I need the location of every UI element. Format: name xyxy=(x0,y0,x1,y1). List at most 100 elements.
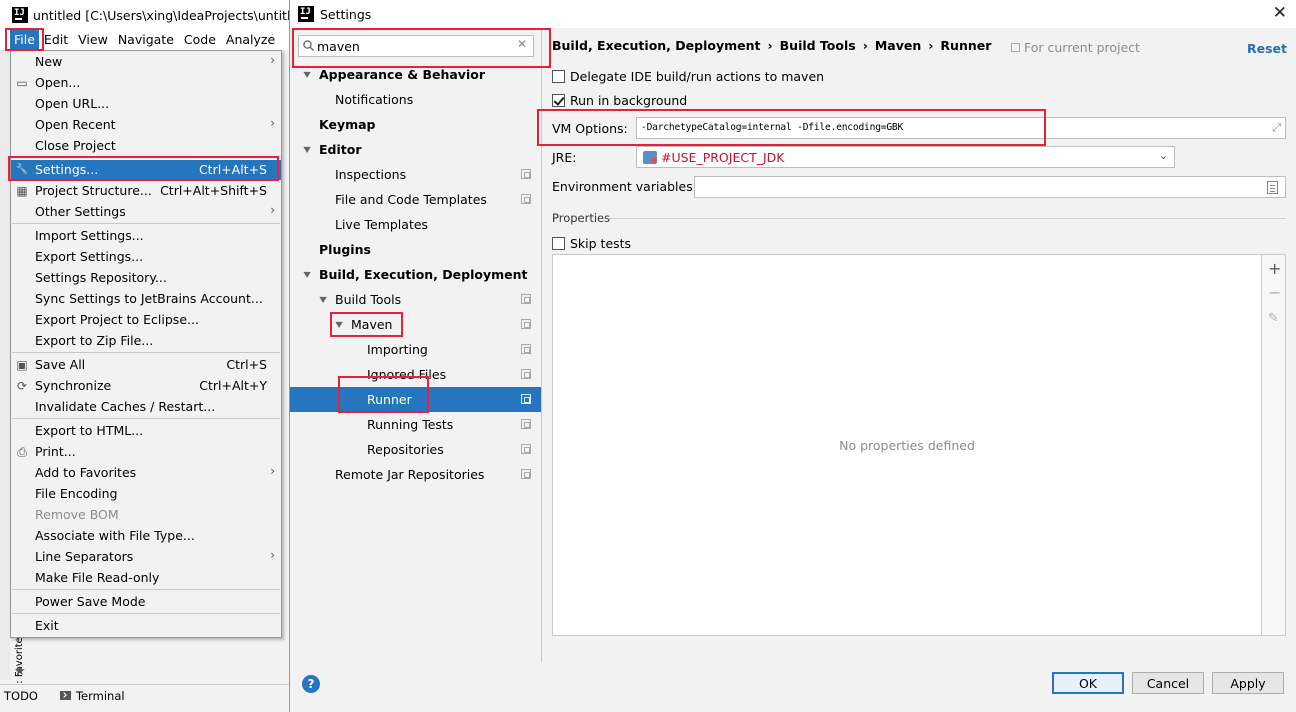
menu-item-save-all[interactable]: ▣ Save All Ctrl+S xyxy=(11,355,281,375)
skip-tests-checkbox[interactable] xyxy=(552,237,565,250)
menu-item-exit[interactable]: Exit xyxy=(11,616,281,636)
delegate-checkbox[interactable] xyxy=(552,70,565,83)
menu-item-new[interactable]: New › xyxy=(11,52,281,72)
menu-item-label: Settings Repository... xyxy=(35,270,167,285)
menu-item-export-project-to-eclipse[interactable]: Export Project to Eclipse... xyxy=(11,310,281,330)
tree-item-remote-jar-repositories[interactable]: Remote Jar Repositories xyxy=(290,462,541,487)
tree-item-live-templates[interactable]: Live Templates xyxy=(290,212,541,237)
run-in-background-row[interactable]: Run in background xyxy=(552,93,687,108)
tree-item-file-and-code-templates[interactable]: File and Code Templates xyxy=(290,187,541,212)
cancel-button[interactable]: Cancel xyxy=(1132,672,1204,694)
menu-item-make-file-read-only[interactable]: Make File Read-only xyxy=(11,568,281,588)
menu-item-label: Export Settings... xyxy=(35,249,144,264)
menu-item-export-settings[interactable]: Export Settings... xyxy=(11,247,281,267)
clear-search-icon[interactable]: ✕ xyxy=(517,37,527,51)
menubar-edit[interactable]: Edit xyxy=(39,30,73,50)
add-icon[interactable]: + xyxy=(1268,261,1281,277)
tree-item-inspections[interactable]: Inspections xyxy=(290,162,541,187)
chevron-down-icon[interactable]: ⌄ xyxy=(1159,149,1168,162)
menu-item-file-encoding[interactable]: File Encoding xyxy=(11,484,281,504)
delegate-checkbox-row[interactable]: Delegate IDE build/run actions to maven xyxy=(552,69,824,84)
jre-selected-value: #USE_PROJECT_JDK xyxy=(661,150,785,165)
for-current-project-hint: For current project xyxy=(1011,40,1140,55)
tree-item-keymap[interactable]: Keymap xyxy=(290,112,541,137)
vm-options-field[interactable]: -DarchetypeCatalog=internal -Dfile.encod… xyxy=(636,117,1286,139)
menu-item-project-structure[interactable]: ▦ Project Structure... Ctrl+Alt+Shift+S xyxy=(11,181,281,201)
menu-item-settings-repository[interactable]: Settings Repository... xyxy=(11,268,281,288)
menu-item-power-save-mode[interactable]: Power Save Mode xyxy=(11,592,281,612)
menu-item-open-recent[interactable]: Open Recent › xyxy=(11,115,281,135)
close-icon[interactable]: ✕ xyxy=(1273,3,1287,23)
menu-item-remove-bom[interactable]: Remove BOM xyxy=(11,505,281,525)
menu-item-label: Remove BOM xyxy=(35,507,119,522)
tree-item-build-tools[interactable]: ▼ Build Tools xyxy=(290,287,541,312)
menu-item-label: New xyxy=(35,54,63,69)
menu-item-synchronize[interactable]: ⟳ Synchronize Ctrl+Alt+Y xyxy=(11,376,281,396)
submenu-arrow-icon: › xyxy=(270,548,275,562)
menu-item-settings[interactable]: 🔧 Settings... Ctrl+Alt+S xyxy=(11,160,281,180)
menu-item-line-separators[interactable]: Line Separators › xyxy=(11,547,281,567)
apply-button[interactable]: Apply xyxy=(1212,672,1284,694)
menu-item-label: Export to HTML... xyxy=(35,423,144,438)
edit-pencil-icon[interactable]: ✎ xyxy=(1268,311,1279,327)
menu-item-open[interactable]: ▭ Open... xyxy=(11,73,281,93)
help-icon[interactable]: ? xyxy=(302,675,320,693)
runner-settings-panel: Build, Execution, Deployment › Build Tools… xyxy=(543,28,1296,662)
expand-arrow-icon[interactable]: ▼ xyxy=(303,270,310,279)
menu-item-export-to-zip-file[interactable]: Export to Zip File... xyxy=(11,331,281,351)
menubar-file[interactable]: File xyxy=(10,30,39,50)
expand-icon[interactable]: ⤢ xyxy=(1272,121,1281,135)
menu-item-associate-with-file-type[interactable]: Associate with File Type... xyxy=(11,526,281,546)
menu-item-shortcut: Ctrl+Alt+S xyxy=(198,162,267,177)
search-input[interactable] xyxy=(317,37,513,55)
browse-document-icon[interactable] xyxy=(1267,181,1278,194)
run-in-background-checkbox[interactable] xyxy=(552,94,565,107)
properties-table[interactable]: No properties defined xyxy=(552,254,1262,636)
menubar-code[interactable]: Code xyxy=(179,30,221,50)
jre-select[interactable]: #USE_PROJECT_JDK ⌄ xyxy=(636,146,1175,168)
ok-button[interactable]: OK xyxy=(1052,672,1124,694)
sync-icon: ⟳ xyxy=(16,379,28,393)
project-level-icon xyxy=(521,169,531,179)
terminal-tab[interactable]: Terminal xyxy=(59,689,125,703)
remove-icon[interactable]: − xyxy=(1268,285,1281,301)
tree-item-running-tests[interactable]: Running Tests xyxy=(290,412,541,437)
menu-item-other-settings[interactable]: Other Settings › xyxy=(11,202,281,222)
expand-arrow-icon[interactable]: ▼ xyxy=(303,70,310,79)
environment-variables-field[interactable] xyxy=(694,176,1286,198)
menu-item-import-settings[interactable]: Import Settings... xyxy=(11,226,281,246)
favorites-tool-tab[interactable]: 2: Favorites xyxy=(14,632,25,690)
tree-item-importing[interactable]: Importing xyxy=(290,337,541,362)
menu-item-add-to-favorites[interactable]: Add to Favorites › xyxy=(11,463,281,483)
tree-item-maven[interactable]: ▼ Maven xyxy=(290,312,541,337)
tree-item-plugins[interactable]: Plugins xyxy=(290,237,541,262)
todo-tab[interactable]: TODO xyxy=(4,689,38,703)
expand-arrow-icon[interactable]: ▼ xyxy=(319,295,326,304)
star-icon[interactable]: ★ xyxy=(14,664,26,679)
tree-item-build-execution-deployment[interactable]: ▼ Build, Execution, Deployment xyxy=(290,262,541,287)
expand-arrow-icon[interactable]: ▼ xyxy=(335,320,342,329)
menu-item-label: Add to Favorites xyxy=(35,465,137,480)
reset-link[interactable]: Reset xyxy=(1247,41,1287,56)
tree-item-runner[interactable]: Runner xyxy=(290,387,541,412)
tree-item-repositories[interactable]: Repositories xyxy=(290,437,541,462)
settings-search-box[interactable]: ✕ xyxy=(298,35,534,57)
menu-item-close-project[interactable]: Close Project xyxy=(11,136,281,156)
menu-item-sync-settings-to-jetbrains-account[interactable]: Sync Settings to JetBrains Account... xyxy=(11,289,281,309)
menu-item-label: Sync Settings to JetBrains Account... xyxy=(35,291,263,306)
properties-toolbar: + − ✎ xyxy=(1262,254,1286,636)
menubar-view[interactable]: View xyxy=(73,30,113,50)
tree-item-appearance-behavior[interactable]: ▼ Appearance & Behavior xyxy=(290,62,541,87)
menubar-navigate[interactable]: Navigate xyxy=(113,30,179,50)
menu-item-export-to-html[interactable]: Export to HTML... xyxy=(11,421,281,441)
menu-item-open-url[interactable]: Open URL... xyxy=(11,94,281,114)
tree-item-notifications[interactable]: Notifications xyxy=(290,87,541,112)
menu-item-invalidate-caches-restart[interactable]: Invalidate Caches / Restart... xyxy=(11,397,281,417)
skip-tests-row[interactable]: Skip tests xyxy=(552,236,631,251)
tree-item-ignored-files[interactable]: Ignored Files xyxy=(290,362,541,387)
tree-item-editor[interactable]: ▼ Editor xyxy=(290,137,541,162)
terminal-icon xyxy=(59,691,71,700)
menubar-analyze[interactable]: Analyze xyxy=(221,30,280,50)
menu-item-print[interactable]: ⎙ Print... xyxy=(11,442,281,462)
expand-arrow-icon[interactable]: ▼ xyxy=(303,145,310,154)
